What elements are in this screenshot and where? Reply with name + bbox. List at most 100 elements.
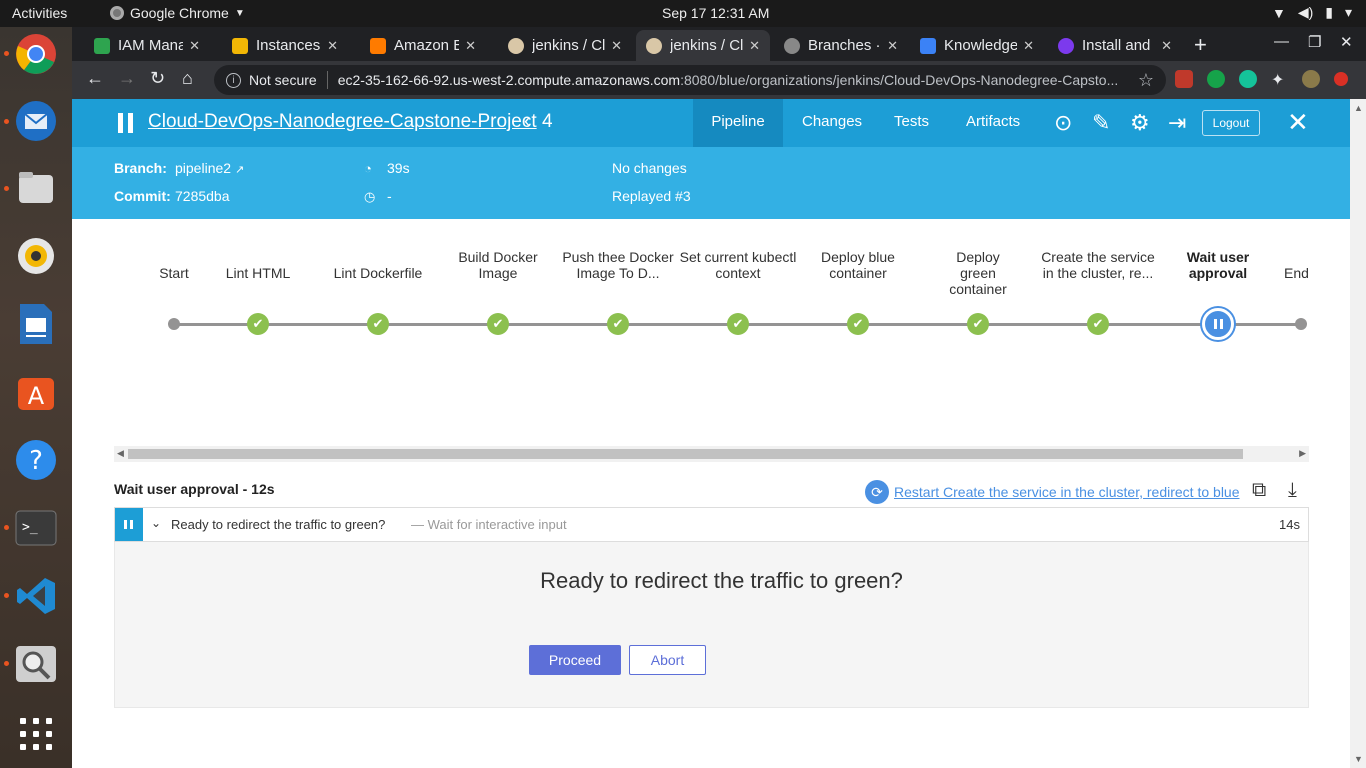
- abort-button[interactable]: Abort: [629, 645, 706, 675]
- vscode-icon[interactable]: [12, 572, 60, 620]
- update-icon[interactable]: [1334, 72, 1348, 86]
- clock[interactable]: Sep 17 12:31 AM: [662, 5, 769, 21]
- system-tray[interactable]: ▼ ◀) ▮ ▾: [1272, 4, 1352, 21]
- rhythmbox-icon[interactable]: [12, 232, 60, 280]
- forward-icon[interactable]: →: [118, 68, 136, 89]
- tab-pipeline[interactable]: Pipeline: [693, 99, 783, 147]
- stage-label-active[interactable]: Wait user approval: [1158, 249, 1278, 281]
- browser-tab[interactable]: Instances | ✕: [222, 30, 348, 61]
- close-icon[interactable]: ✕: [1287, 107, 1309, 138]
- avatar[interactable]: [1302, 70, 1320, 88]
- browser-tab[interactable]: Amazon El ✕: [360, 30, 486, 61]
- browser-tab[interactable]: Branches · ✕: [774, 30, 908, 61]
- success-check-icon[interactable]: ✔: [367, 313, 389, 335]
- thunderbird-icon[interactable]: [12, 97, 60, 145]
- stage-label[interactable]: Create the service in the cluster, re...: [1038, 249, 1158, 281]
- new-tab-icon[interactable]: +: [1194, 32, 1207, 58]
- close-tab-icon[interactable]: ✕: [327, 38, 338, 54]
- reload-icon[interactable]: ↻: [150, 68, 165, 89]
- tab-tests[interactable]: Tests: [894, 99, 929, 147]
- show-apps-icon[interactable]: [20, 718, 52, 750]
- close-window-icon[interactable]: ✕: [1340, 33, 1353, 51]
- logout-button[interactable]: Logout: [1202, 110, 1260, 136]
- stop-icon[interactable]: ⊙: [1054, 110, 1072, 136]
- grammarly-icon[interactable]: [1239, 70, 1257, 88]
- close-tab-icon[interactable]: ✕: [611, 38, 622, 54]
- volume-icon: ◀): [1297, 4, 1314, 20]
- minimize-icon[interactable]: —: [1274, 33, 1289, 50]
- tab-favicon-icon: [232, 37, 248, 54]
- chrome-icon[interactable]: [12, 30, 60, 78]
- close-tab-icon[interactable]: ✕: [189, 38, 200, 54]
- pipeline-scrollbar[interactable]: ◀ ▶: [114, 446, 1309, 462]
- stage-label[interactable]: Deploy blue container: [798, 249, 918, 281]
- libreoffice-writer-icon[interactable]: [12, 300, 60, 348]
- image-viewer-icon[interactable]: [12, 640, 60, 688]
- tab-changes[interactable]: Changes: [802, 99, 862, 147]
- scroll-left-icon[interactable]: ◀: [117, 448, 124, 459]
- files-icon[interactable]: [12, 164, 60, 212]
- running-indicator: [4, 593, 9, 598]
- browser-window: IAM Manag ✕ Instances | ✕ Amazon El ✕ je…: [72, 27, 1366, 768]
- scrollbar-thumb[interactable]: [128, 449, 1243, 459]
- branch-value[interactable]: pipeline2 ↗: [175, 160, 244, 176]
- close-tab-icon[interactable]: ✕: [1023, 38, 1034, 54]
- browser-tab[interactable]: Install and ✕: [1048, 30, 1182, 61]
- info-icon[interactable]: i: [226, 72, 241, 88]
- activities-button[interactable]: Activities: [12, 5, 67, 21]
- extensions-puzzle-icon[interactable]: ✦: [1271, 70, 1289, 89]
- stage-label[interactable]: Lint HTML: [198, 265, 318, 281]
- software-center-icon[interactable]: A: [12, 368, 60, 416]
- browser-tab[interactable]: jenkins / Cl ✕: [498, 30, 632, 61]
- stage-label[interactable]: Build Docker Image: [438, 249, 558, 281]
- success-check-icon[interactable]: ✔: [727, 313, 749, 335]
- close-tab-icon[interactable]: ✕: [887, 38, 898, 54]
- browser-tab[interactable]: IAM Manag ✕: [84, 30, 210, 61]
- step-subtext: — Wait for interactive input: [411, 517, 567, 532]
- success-check-icon[interactable]: ✔: [607, 313, 629, 335]
- success-check-icon[interactable]: ✔: [967, 313, 989, 335]
- proceed-button[interactable]: Proceed: [529, 645, 621, 675]
- terminal-icon[interactable]: >_: [12, 504, 60, 552]
- commit-label: Commit:: [114, 188, 171, 204]
- restart-stage-link[interactable]: ⟳ Restart Create the service in the clus…: [865, 480, 1240, 504]
- stage-label[interactable]: Lint Dockerfile: [318, 265, 438, 281]
- scroll-right-icon[interactable]: ▶: [1299, 448, 1306, 459]
- success-check-icon[interactable]: ✔: [247, 313, 269, 335]
- close-tab-icon[interactable]: ✕: [465, 38, 476, 54]
- project-link[interactable]: Cloud-DevOps-Nanodegree-Capstone-Project: [148, 111, 537, 133]
- success-check-icon[interactable]: ✔: [847, 313, 869, 335]
- settings-gear-icon[interactable]: ⚙: [1130, 110, 1150, 136]
- tab-artifacts[interactable]: Artifacts: [966, 99, 1020, 147]
- browser-tab-active[interactable]: jenkins / Cl ✕: [636, 30, 770, 61]
- bookmark-star-icon[interactable]: ☆: [1138, 70, 1154, 91]
- stage-label[interactable]: Deploy green container: [918, 249, 1038, 297]
- exit-to-classic-icon[interactable]: ⇥: [1168, 110, 1186, 136]
- extension-icon[interactable]: [1207, 70, 1225, 88]
- address-bar[interactable]: i Not secure ec2-35-162-66-92.us-west-2.…: [214, 65, 1166, 95]
- home-icon[interactable]: ⌂: [182, 68, 193, 89]
- back-icon[interactable]: ←: [86, 68, 104, 89]
- close-tab-icon[interactable]: ✕: [1161, 38, 1172, 54]
- download-icon[interactable]: ⤓: [1288, 479, 1297, 502]
- open-in-new-icon[interactable]: ⧉: [1252, 479, 1266, 502]
- stage-label[interactable]: Push thee Docker Image To D...: [558, 249, 678, 281]
- browser-tab[interactable]: Knowledge ✕: [910, 30, 1044, 61]
- stage-label[interactable]: Set current kubectl context: [678, 249, 798, 281]
- success-check-icon[interactable]: ✔: [487, 313, 509, 335]
- scroll-up-icon[interactable]: ▲: [1354, 103, 1363, 113]
- page-scrollbar[interactable]: ▲ ▼: [1350, 99, 1366, 768]
- close-tab-icon[interactable]: ✕: [749, 38, 760, 54]
- tab-title: Amazon El: [394, 37, 460, 54]
- edit-pencil-icon[interactable]: ✎: [1092, 110, 1110, 136]
- help-icon[interactable]: ?: [12, 436, 60, 484]
- scroll-down-icon[interactable]: ▼: [1354, 754, 1363, 764]
- extension-icon[interactable]: [1175, 70, 1193, 88]
- success-check-icon[interactable]: ✔: [1087, 313, 1109, 335]
- paused-node-icon[interactable]: [1202, 308, 1234, 340]
- maximize-icon[interactable]: ❐: [1308, 33, 1321, 51]
- app-menu[interactable]: Google Chrome ▼: [110, 5, 245, 21]
- stage-label[interactable]: End: [1284, 265, 1324, 281]
- step-row[interactable]: ⌄ Ready to redirect the traffic to green…: [114, 507, 1309, 542]
- chevron-down-icon[interactable]: ⌄: [151, 516, 161, 530]
